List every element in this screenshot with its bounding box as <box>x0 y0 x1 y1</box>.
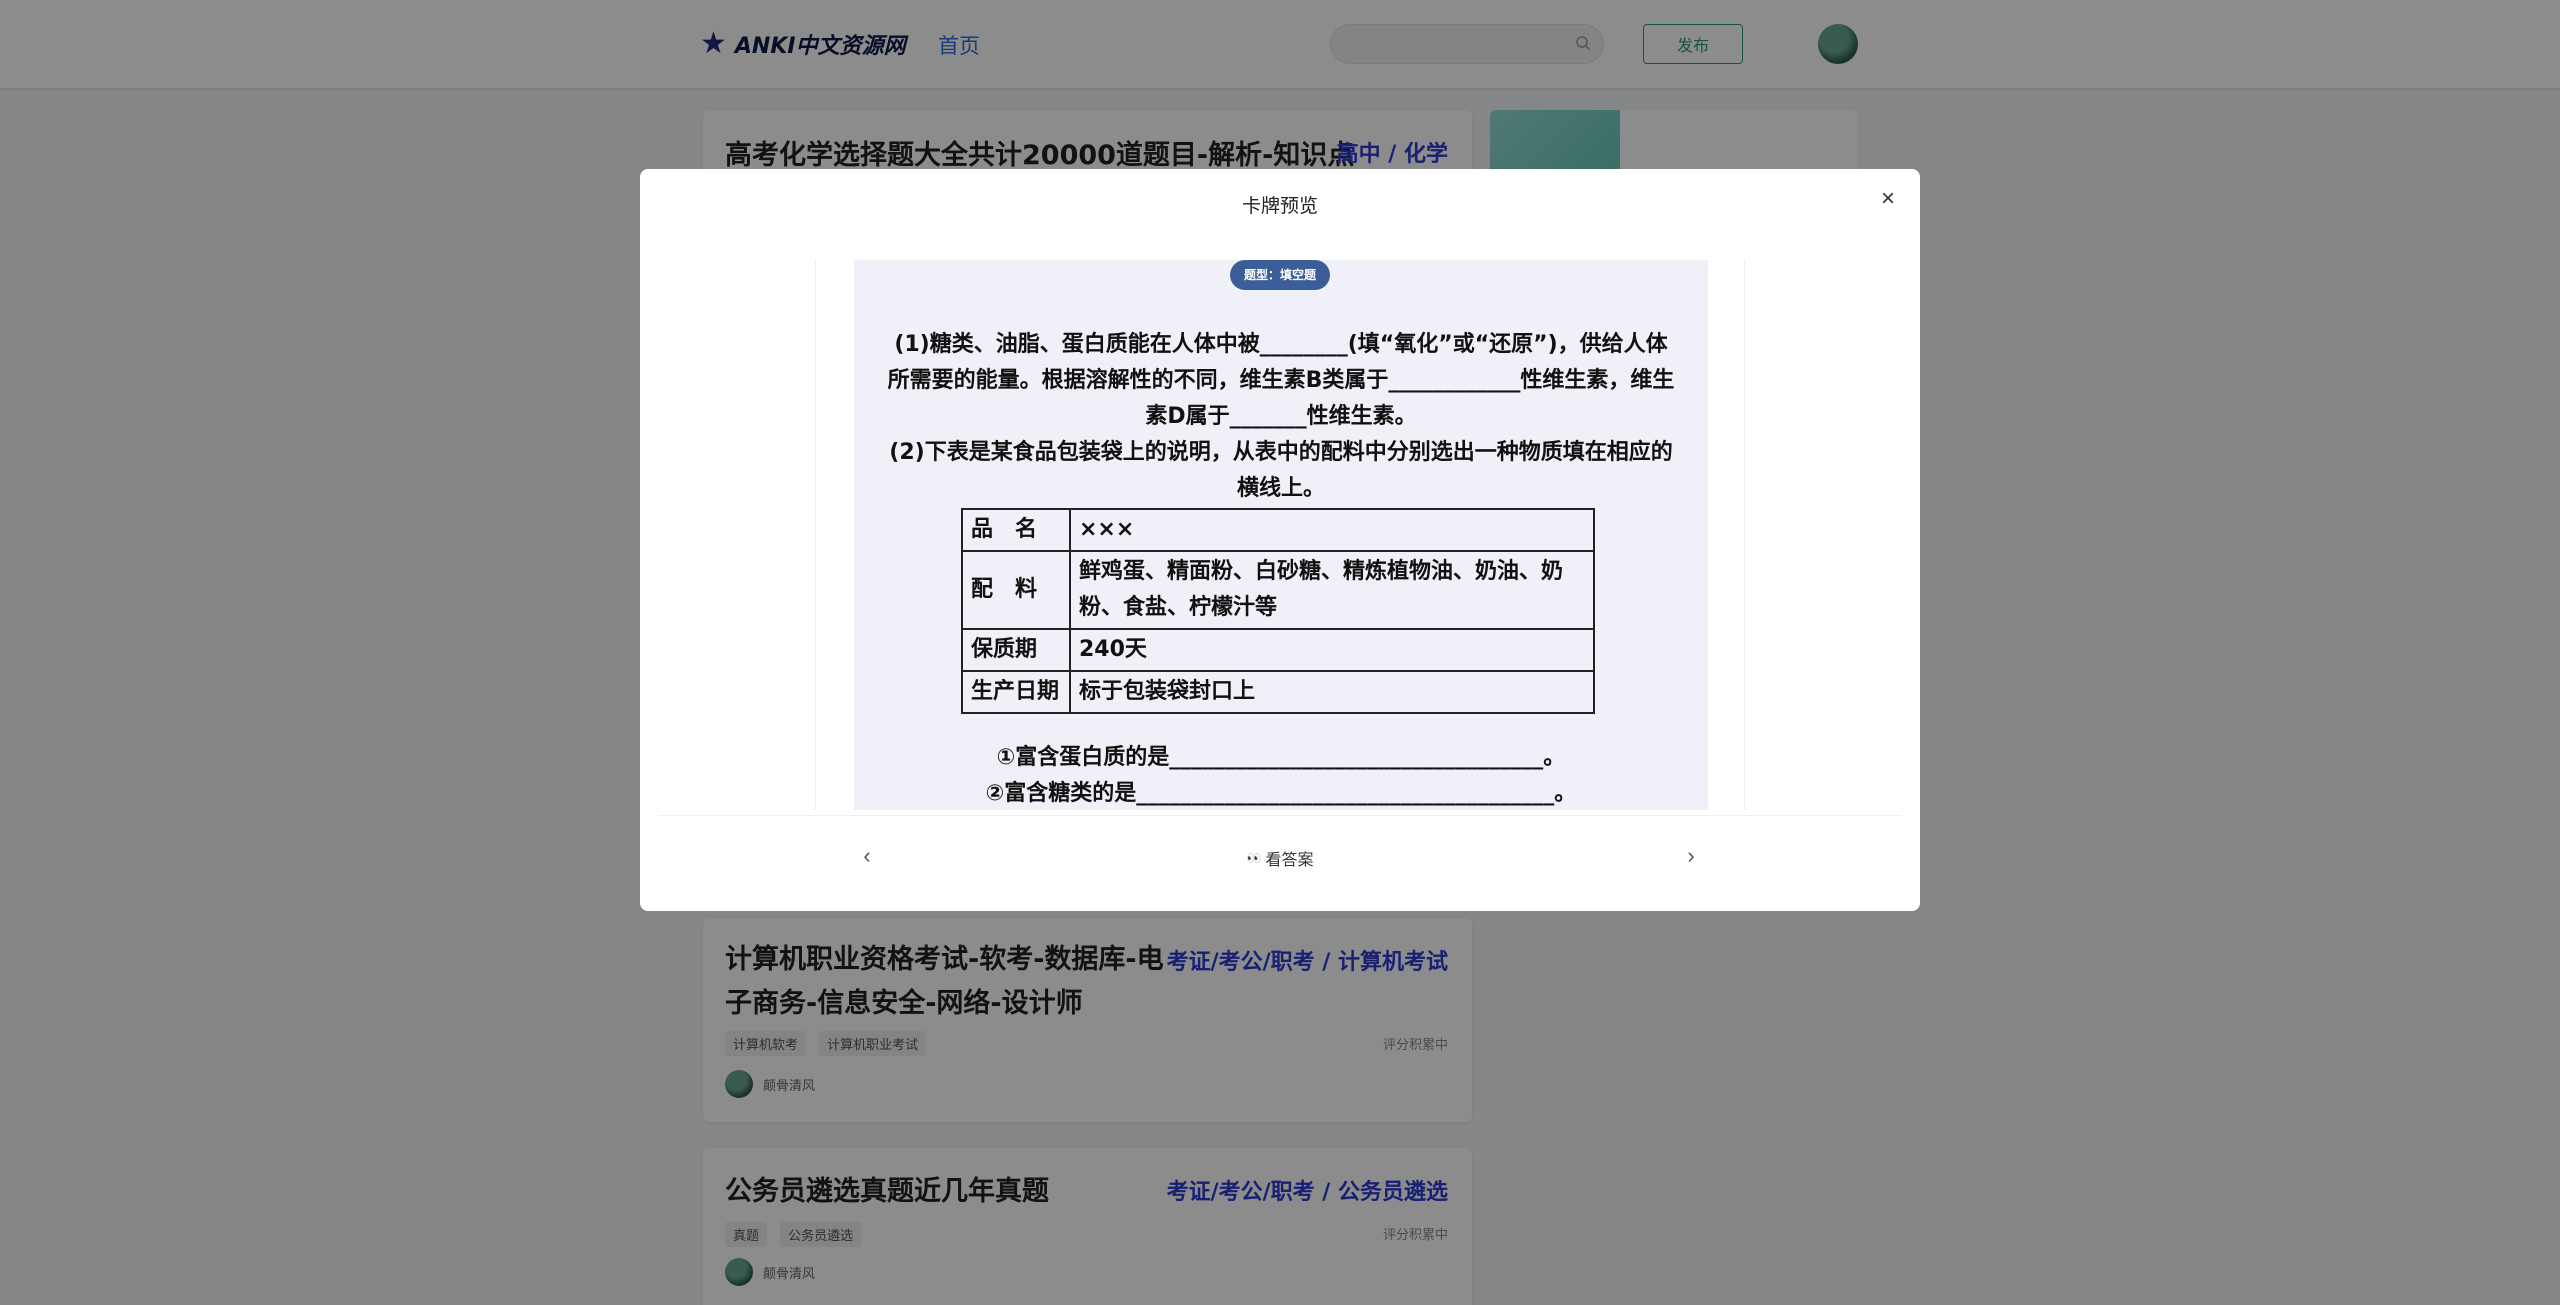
card-preview-area[interactable]: 题型：填空题 (1)糖类、油脂、蛋白质能在人体中被________(填“氧化”或… <box>815 260 1745 810</box>
question-type-badge: 题型：填空题 <box>1230 260 1331 290</box>
sub-question-1: ①富含蛋白质的是________________________________… <box>996 745 1566 770</box>
modal-divider <box>658 815 1902 816</box>
table-row: 配 料 鲜鸡蛋、精面粉、白砂糖、精炼植物油、奶油、奶粉、食盐、柠檬汁等 <box>961 550 1595 630</box>
modal-title: 卡牌预览 <box>1241 195 1318 217</box>
show-answer-label: 看答案 <box>1265 852 1314 869</box>
show-answer-button[interactable]: 👀 看答案 <box>1230 845 1330 871</box>
next-card-chevron-right-icon[interactable]: › <box>1676 841 1706 871</box>
close-icon[interactable]: × <box>1876 187 1900 211</box>
table-row: 生产日期 标于包装袋封口上 <box>961 670 1595 714</box>
sub-question-2: ②富含糖类的是_________________________________… <box>985 781 1577 806</box>
prev-card-chevron-left-icon[interactable]: ‹ <box>852 841 882 871</box>
card-face: 题型：填空题 (1)糖类、油脂、蛋白质能在人体中被________(填“氧化”或… <box>854 260 1708 810</box>
food-label-table: 品 名 ××× 配 料 鲜鸡蛋、精面粉、白砂糖、精炼植物油、奶油、奶粉、食盐、柠… <box>961 508 1595 714</box>
question-text: (1)糖类、油脂、蛋白质能在人体中被________(填“氧化”或“还原”)，供… <box>887 332 1675 501</box>
eyes-icon: 👀 <box>1246 851 1262 865</box>
table-row: 保质期 240天 <box>961 628 1595 672</box>
card-preview-modal: 卡牌预览 × 题型：填空题 (1)糖类、油脂、蛋白质能在人体中被________… <box>640 169 1920 911</box>
table-row: 品 名 ××× <box>961 508 1595 552</box>
